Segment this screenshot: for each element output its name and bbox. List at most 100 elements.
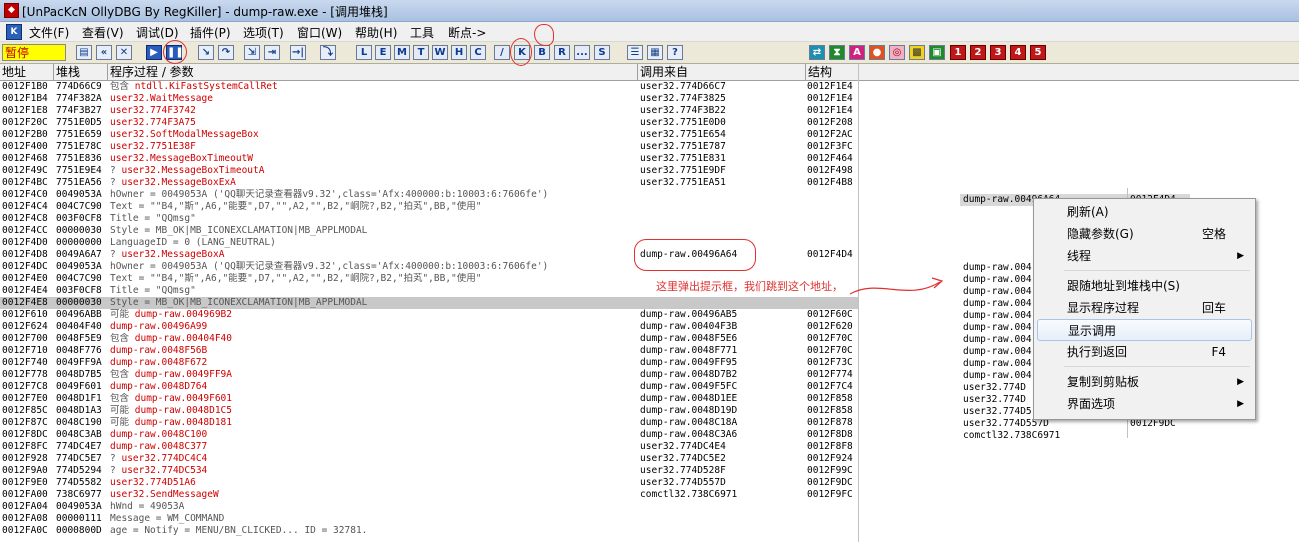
breakpoints-window-button[interactable]: B: [534, 45, 550, 60]
menu-debug[interactable]: 调试(D): [136, 24, 179, 41]
grid-icon[interactable]: ▦: [647, 45, 663, 60]
table-row[interactable]: 0012F9E0 774D5582 user32.774D557D 0012F9DC u…: [0, 477, 858, 489]
table-row[interactable]: 0012F740 0049FF9A dump-raw.0049FF95 0012F73…: [0, 357, 858, 369]
menu-plugins[interactable]: 插件(P): [190, 24, 231, 41]
menu-options[interactable]: 选项(T): [243, 24, 284, 41]
bookmark-3-button[interactable]: 3: [990, 45, 1006, 60]
context-menu-item[interactable]: 复制到剪贴板 ▶: [1037, 371, 1252, 393]
trace-over-icon[interactable]: ⇥: [264, 45, 280, 60]
context-menu-item[interactable]: 刷新(A): [1037, 201, 1252, 223]
table-row[interactable]: 0012FA08 00000111 Message = WM_COMMAND: [0, 513, 858, 525]
plugin-icon-1[interactable]: ⧗: [829, 45, 845, 60]
cell-address: 0012F624: [2, 321, 48, 332]
cell-stack: 0049053A: [56, 189, 102, 200]
call-stack-table[interactable]: 0012F1B0 774D66C9 user32.774D66C7 0012F1E4 包…: [0, 81, 858, 542]
table-row[interactable]: 0012F20C 7751E0D5 user32.7751E0D0 0012F208 u…: [0, 117, 858, 129]
table-row[interactable]: 0012F1B4 774F382A user32.774F3825 0012F1E4 u…: [0, 93, 858, 105]
table-row[interactable]: 0012F4C0 0049053A hOwner = 0049053A ('QQ聊…: [0, 189, 858, 201]
menu-breakpoints[interactable]: 断点->: [448, 24, 486, 41]
log-window-button[interactable]: L: [356, 45, 372, 60]
header-stack[interactable]: 堆栈: [54, 64, 108, 80]
bookmark-4-button[interactable]: 4: [1010, 45, 1026, 60]
run-trace-window-button[interactable]: ...: [574, 45, 590, 60]
pattern-icon[interactable]: ▩: [909, 45, 925, 60]
list-icon[interactable]: ☰: [627, 45, 643, 60]
step-over-icon[interactable]: ↷: [218, 45, 234, 60]
context-menu-item[interactable]: 隐藏参数(G) 空格: [1037, 223, 1252, 245]
table-row[interactable]: 0012F8FC 774DC4E7 user32.774DC4E4 0012F8F8 d…: [0, 441, 858, 453]
table-row[interactable]: 0012F2B0 7751E659 user32.7751E654 0012F2AC u…: [0, 129, 858, 141]
table-row[interactable]: 0012FA04 0049053A hWnd = 49053A: [0, 501, 858, 513]
table-row[interactable]: 0012F624 00404F40 dump-raw.00404F3B 0012F62…: [0, 321, 858, 333]
table-row[interactable]: 0012F710 0048F776 dump-raw.0048F771 0012F70…: [0, 345, 858, 357]
target-icon[interactable]: ◎: [889, 45, 905, 60]
modules-window-button[interactable]: E: [375, 45, 391, 60]
source-window-button[interactable]: S: [594, 45, 610, 60]
goto-icon[interactable]: ⤵: [320, 45, 336, 60]
table-row[interactable]: 0012F4C8 003F0CF8 Title = "QQmsg": [0, 213, 858, 225]
execute-till-return-icon[interactable]: →|: [290, 45, 306, 60]
header-frame[interactable]: 结构: [806, 64, 859, 80]
bookmark-2-button[interactable]: 2: [970, 45, 986, 60]
menu-file[interactable]: 文件(F): [29, 24, 69, 41]
table-row[interactable]: 0012FA00 738C6977 comctl32.738C6971 0012F9F…: [0, 489, 858, 501]
patches-window-button[interactable]: /: [494, 45, 510, 60]
table-row[interactable]: 0012FA0C 0000800D age = Notify = MENU/BN_…: [0, 525, 858, 537]
table-row[interactable]: 0012F85C 0048D1A3 dump-raw.0048D19D 0012F85…: [0, 405, 858, 417]
windows-window-button[interactable]: W: [432, 45, 448, 60]
chip-icon[interactable]: ▣: [929, 45, 945, 60]
table-row[interactable]: 0012F87C 0048C190 dump-raw.0048C18A 0012F87…: [0, 417, 858, 429]
table-row[interactable]: 0012F49C 7751E9E4 user32.7751E9DF 0012F498?…: [0, 165, 858, 177]
context-menu-item[interactable]: 显示程序过程 回车: [1037, 297, 1252, 319]
menu-tools[interactable]: 工具: [410, 24, 434, 41]
refresh-icon[interactable]: ⇄: [809, 45, 825, 60]
open-icon[interactable]: ▤: [76, 45, 92, 60]
trace-into-icon[interactable]: ⇲: [244, 45, 260, 60]
record-icon[interactable]: ●: [869, 45, 885, 60]
table-row[interactable]: 0012F7E0 0048D1F1 dump-raw.0048D1EE 0012F85…: [0, 393, 858, 405]
table-row[interactable]: 0012F4CC 00000030 Style = MB_OK|MB_ICONEX…: [0, 225, 858, 237]
step-into-icon[interactable]: ↘: [198, 45, 214, 60]
plugin-icon-a[interactable]: A: [849, 45, 865, 60]
context-menu-item[interactable]: 显示调用: [1037, 319, 1252, 341]
header-address[interactable]: 地址: [0, 64, 54, 80]
table-row[interactable]: 0012F468 7751E836 user32.7751E831 0012F464 u…: [0, 153, 858, 165]
header-called-from[interactable]: 调用来自: [638, 64, 806, 80]
handles-window-button[interactable]: H: [451, 45, 467, 60]
references-window-button[interactable]: R: [554, 45, 570, 60]
memory-window-button[interactable]: M: [394, 45, 410, 60]
table-row[interactable]: 0012F4E8 00000030 Style = MB_OK|MB_ICONEX…: [0, 297, 858, 309]
list-item[interactable]: comctl32.738C6971: [960, 430, 1190, 438]
table-row[interactable]: 0012F400 7751E78C user32.7751E787 0012F3FC u…: [0, 141, 858, 153]
menu-window[interactable]: 窗口(W): [297, 24, 342, 41]
menu-view[interactable]: 查看(V): [82, 24, 124, 41]
table-row[interactable]: 0012F1B0 774D66C9 user32.774D66C7 0012F1E4 包…: [0, 81, 858, 93]
table-row[interactable]: 0012F4BC 7751EA56 user32.7751EA51 0012F4B8?…: [0, 177, 858, 189]
table-row[interactable]: 0012F778 0048D7B5 dump-raw.0048D7B2 0012F77…: [0, 369, 858, 381]
context-menu-item[interactable]: 执行到返回 F4: [1037, 341, 1252, 363]
context-menu[interactable]: 刷新(A) 隐藏参数(G) 空格 线程 ▶ 跟随地址到堆栈中(S) 显示程序过程 回车 显示调用…: [1033, 198, 1256, 420]
context-menu-item[interactable]: 跟随地址到堆栈中(S): [1037, 275, 1252, 297]
cpu-window-button[interactable]: C: [470, 45, 486, 60]
close-icon[interactable]: ✕: [116, 45, 132, 60]
table-row[interactable]: 0012F4C4 004C7C90 Text = ""B4,"斯",A6,"能要"…: [0, 201, 858, 213]
help-icon[interactable]: ?: [667, 45, 683, 60]
table-row[interactable]: 0012F8DC 0048C3AB dump-raw.0048C3A6 0012F8D…: [0, 429, 858, 441]
cell-address: 0012F4E4: [2, 285, 48, 296]
run-icon[interactable]: ▶: [146, 45, 162, 60]
table-row[interactable]: 0012F928 774DC5E7 user32.774DC5E2 0012F924?…: [0, 453, 858, 465]
bookmark-5-button[interactable]: 5: [1030, 45, 1046, 60]
table-row[interactable]: 0012F700 0048F5E9 dump-raw.0048F5E6 0012F70…: [0, 333, 858, 345]
table-row[interactable]: 0012F610 00496ABB dump-raw.00496AB5 0012F60…: [0, 309, 858, 321]
menu-help[interactable]: 帮助(H): [355, 24, 397, 41]
context-menu-item[interactable]: 线程 ▶: [1037, 245, 1252, 267]
olly-icon[interactable]: K: [6, 24, 22, 40]
header-procedure[interactable]: 程序过程 / 参数: [108, 64, 638, 80]
threads-window-button[interactable]: T: [413, 45, 429, 60]
table-row[interactable]: 0012F7C8 0049F601 dump-raw.0049F5FC 0012F7C…: [0, 381, 858, 393]
context-menu-item[interactable]: 界面选项 ▶: [1037, 393, 1252, 415]
bookmark-1-button[interactable]: 1: [950, 45, 966, 60]
restart-icon[interactable]: «: [96, 45, 112, 60]
table-row[interactable]: 0012F1E8 774F3B27 user32.774F3B22 0012F1E4 u…: [0, 105, 858, 117]
table-row[interactable]: 0012F9A0 774D5294 user32.774D528F 0012F99C?…: [0, 465, 858, 477]
